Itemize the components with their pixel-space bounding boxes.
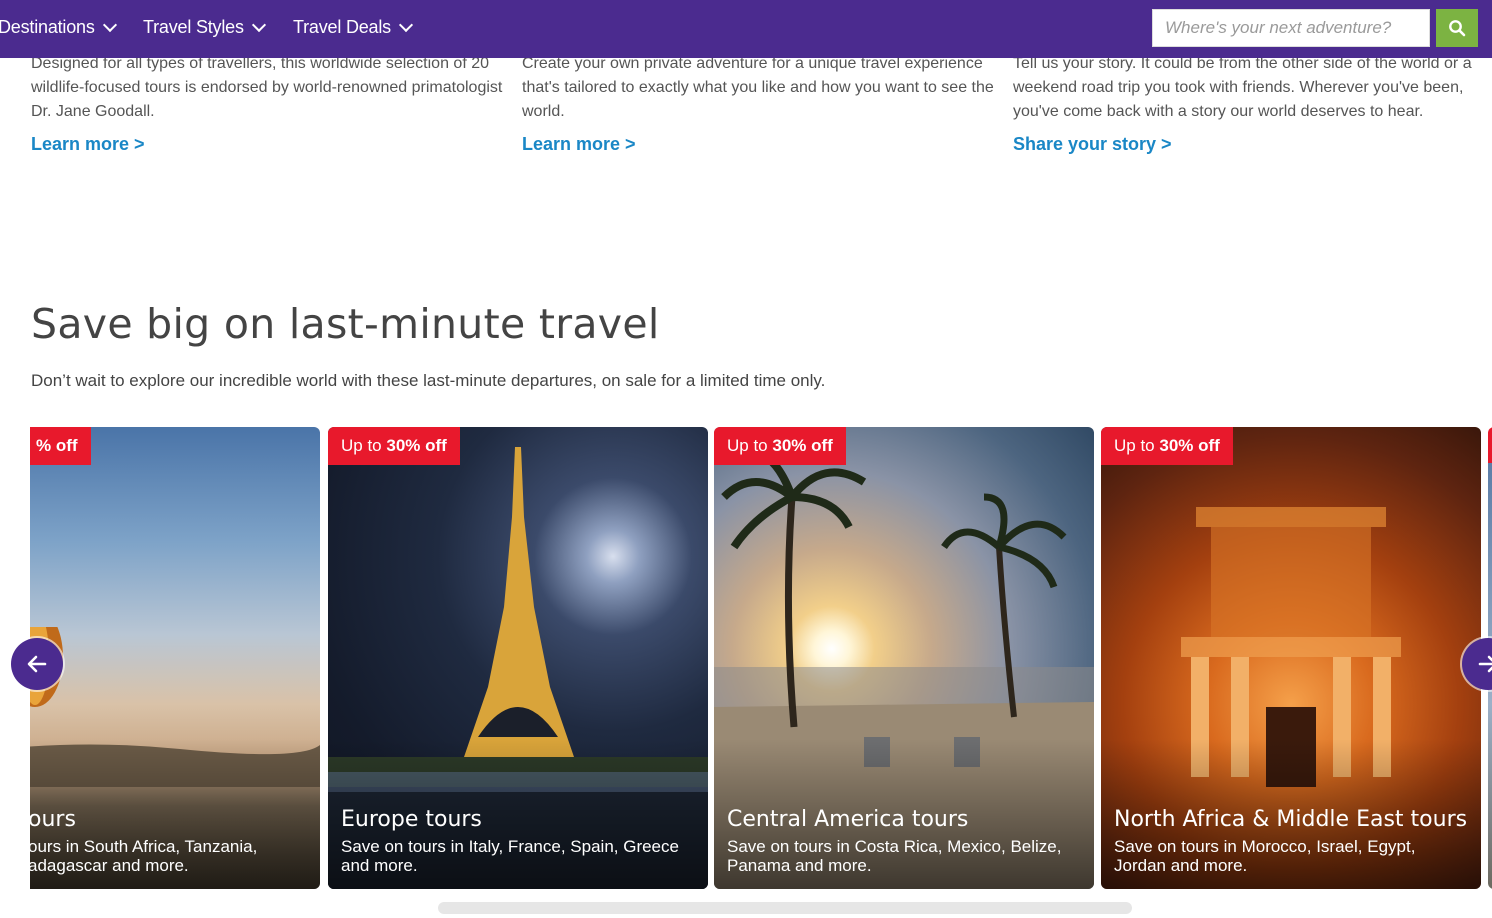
chevron-down-icon xyxy=(102,17,117,33)
arrow-left-icon xyxy=(27,655,47,673)
deal-card-central-america[interactable]: Up to 30% off Central America tours Save… xyxy=(714,427,1094,889)
badge-amount: 30% off xyxy=(386,436,447,455)
nav-destinations-label: Destinations xyxy=(0,17,95,37)
nav-travel-styles-label: Travel Styles xyxy=(143,17,244,37)
intro-text: wildlife-focused tours is endorsed by wo… xyxy=(31,79,503,120)
search-icon xyxy=(1449,20,1466,37)
discount-badge: Up to 30% off xyxy=(714,427,846,465)
deal-card-north-africa[interactable]: Up to 30% off North Africa & Middle East… xyxy=(1101,427,1481,889)
card-description: Save on tours in Costa Rica, Mexico, Bel… xyxy=(727,837,1062,875)
badge-text: % off xyxy=(36,436,78,455)
share-story-link[interactable]: Share your story > xyxy=(1013,134,1172,155)
card-title: ours xyxy=(30,807,76,832)
nav-travel-deals-label: Travel Deals xyxy=(293,17,391,37)
section-title: Save big on last-minute travel xyxy=(31,300,660,348)
nav-travel-deals[interactable]: Travel Deals xyxy=(293,17,414,38)
search-button[interactable] xyxy=(1436,9,1478,47)
badge-prefix: Up to xyxy=(1114,436,1160,455)
intro-column-story: Tell us your story. It could be from the… xyxy=(1013,52,1489,155)
card-title: Europe tours xyxy=(341,807,482,832)
chevron-down-icon xyxy=(251,17,266,33)
discount-badge: Up to 30% off xyxy=(1101,427,1233,465)
intro-text: weekend road trip you took with friends.… xyxy=(1013,79,1464,120)
search-input[interactable] xyxy=(1152,9,1430,47)
top-nav: Destinations Travel Styles Travel Deals xyxy=(0,0,1492,58)
intro-text: that's tailored to exactly what you like… xyxy=(522,79,994,120)
intro-column-wildlife: Designed for all types of travellers, th… xyxy=(31,52,507,155)
nav-travel-styles[interactable]: Travel Styles xyxy=(143,17,266,38)
learn-more-link[interactable]: Learn more > xyxy=(522,134,636,155)
discount-badge: % off xyxy=(30,427,91,465)
badge-prefix: Up to xyxy=(727,436,773,455)
section-subtitle: Don’t wait to explore our incredible wor… xyxy=(31,371,826,390)
learn-more-link[interactable]: Learn more > xyxy=(31,134,145,155)
deal-card-europe[interactable]: Up to 30% off Europe tours Save on tours… xyxy=(328,427,708,889)
carousel-prev-button[interactable] xyxy=(11,638,63,690)
discount-badge: Up to 30% off xyxy=(328,427,460,465)
card-description: Save on tours in Italy, France, Spain, G… xyxy=(341,837,679,875)
search-bar xyxy=(1152,9,1478,47)
card-title: North Africa & Middle East tours xyxy=(1114,807,1468,832)
badge-amount: 30% off xyxy=(1159,436,1220,455)
badge-prefix: Up to xyxy=(341,436,387,455)
badge-amount: 30% off xyxy=(772,436,833,455)
chevron-down-icon xyxy=(398,17,414,33)
intro-column-private: Create your own private adventure for a … xyxy=(522,52,998,155)
carousel-scrollbar[interactable] xyxy=(438,902,1132,914)
nav-destinations[interactable]: Destinations xyxy=(0,17,117,38)
card-description: Save on tours in Morocco, Israel, Egypt,… xyxy=(1114,837,1416,875)
arrow-right-icon xyxy=(1478,655,1492,673)
deal-card-africa[interactable]: % off ours ours in South Africa, Tanzani… xyxy=(30,427,320,889)
deals-carousel: % off ours ours in South Africa, Tanzani… xyxy=(30,427,1492,889)
card-description: ours in South Africa, Tanzania, adagasca… xyxy=(30,837,258,875)
card-title: Central America tours xyxy=(727,807,969,832)
